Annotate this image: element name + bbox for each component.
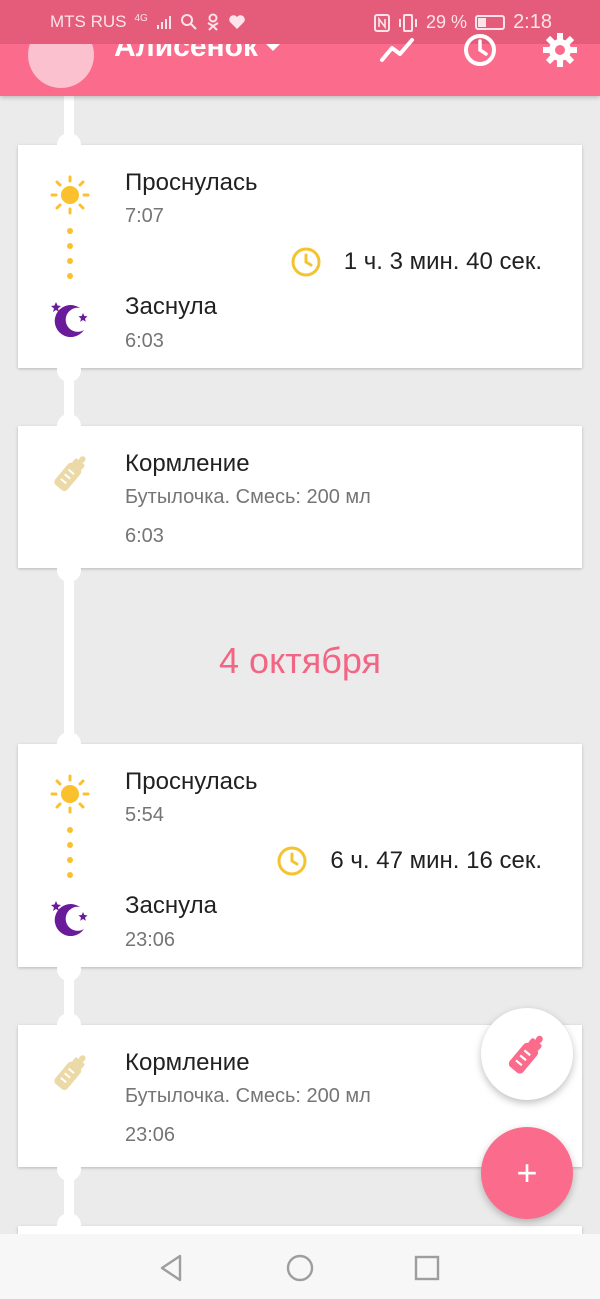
feeding-card[interactable]: Кормление Бутылочка. Смесь: 200 мл 6:03: [18, 426, 582, 568]
timeline-node: [57, 133, 81, 157]
dotted-connector: [67, 228, 73, 279]
woke-label: Проснулась: [125, 169, 258, 196]
moon-icon: [51, 302, 88, 338]
timeline-node: [57, 414, 81, 438]
sleep-card[interactable]: Проснулась 7:07 1 ч. 3 мин. 40 сек. Засн…: [18, 145, 582, 368]
woke-time: 5:54: [125, 804, 164, 826]
system-nav-bar: [0, 1234, 600, 1299]
ok-icon: [207, 13, 219, 31]
vibrate-icon: [399, 13, 418, 32]
duration-text: 1 ч. 3 мин. 40 сек.: [343, 248, 542, 275]
plus-icon: +: [516, 1152, 538, 1193]
add-feeding-fab[interactable]: [481, 1008, 573, 1100]
feeding-time: 23:06: [125, 1124, 176, 1146]
sleep-card[interactable]: Проснулась 5:54 6 ч. 47 мин. 16 сек. Зас…: [18, 744, 582, 967]
slept-label: Заснула: [125, 892, 217, 919]
bottle-icon: [54, 456, 86, 492]
timeline-node: [57, 1013, 81, 1037]
home-icon[interactable]: [283, 1251, 317, 1285]
dotted-connector: [67, 827, 73, 878]
status-bar: MTS RUS 4G 29 % 2:18: [0, 0, 600, 44]
clock-icon: [277, 846, 307, 876]
slept-time: 6:03: [125, 330, 164, 352]
feeding-detail: Бутылочка. Смесь: 200 мл: [125, 486, 371, 508]
woke-label: Проснулась: [125, 768, 258, 795]
feeding-label: Кормление: [125, 1049, 250, 1076]
caret-down-icon: [266, 43, 280, 51]
sleep-duration: 6 ч. 47 мин. 16 сек.: [276, 845, 542, 877]
feeding-label: Кормление: [125, 450, 250, 477]
recents-icon[interactable]: [410, 1251, 444, 1285]
status-left: MTS RUS 4G: [50, 12, 246, 32]
feeding-detail: Бутылочка. Смесь: 200 мл: [125, 1085, 371, 1107]
network-label: 4G: [134, 12, 148, 24]
gear-icon[interactable]: [540, 30, 580, 70]
signal-icon: [156, 16, 171, 29]
back-icon[interactable]: [154, 1251, 188, 1285]
clock-icon[interactable]: [460, 30, 500, 70]
battery-icon: [475, 15, 506, 30]
trend-icon[interactable]: [378, 30, 418, 70]
heart-icon: [229, 15, 245, 29]
search-icon: [180, 14, 197, 30]
slept-label: Заснула: [125, 293, 217, 320]
nfc-icon: [374, 13, 391, 32]
bottle-icon: [54, 1055, 86, 1091]
sun-icon: [50, 774, 90, 814]
sleep-duration: 1 ч. 3 мин. 40 сек.: [290, 246, 542, 278]
carrier-label: MTS RUS: [50, 12, 127, 31]
add-event-fab[interactable]: +: [481, 1127, 573, 1219]
duration-text: 6 ч. 47 мин. 16 сек.: [330, 847, 542, 874]
timeline-node: [57, 358, 81, 382]
bottle-icon: [508, 1035, 543, 1074]
woke-time: 7:07: [125, 205, 164, 227]
sun-icon: [50, 175, 90, 215]
timeline-node: [57, 1157, 81, 1181]
clock-icon: [291, 247, 321, 277]
moon-icon: [51, 901, 88, 937]
timeline-node: [57, 558, 81, 582]
date-header: 4 октября: [219, 640, 381, 681]
timeline-node: [57, 957, 81, 981]
timeline-node: [57, 732, 81, 756]
slept-time: 23:06: [125, 929, 176, 951]
feeding-time: 6:03: [125, 525, 164, 547]
